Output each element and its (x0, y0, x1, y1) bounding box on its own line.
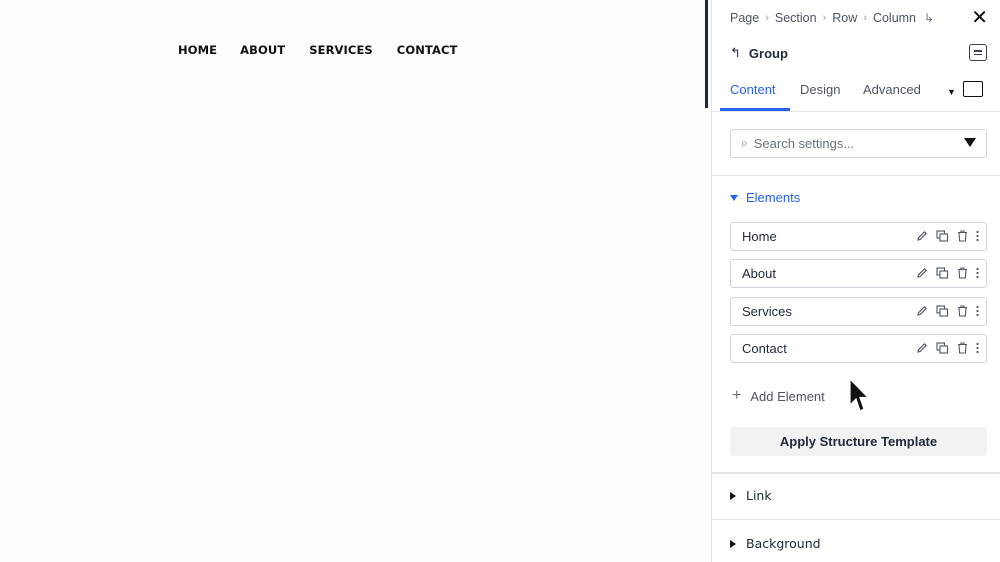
element-item-label: About (742, 266, 776, 281)
tab-design[interactable]: Design (800, 82, 840, 97)
nav-link-about[interactable]: ABOUT (240, 43, 285, 57)
element-item-label: Home (742, 229, 777, 244)
edit-pencil-icon[interactable] (916, 342, 928, 354)
add-element-button[interactable]: + Add Element (732, 387, 825, 405)
tab-bar: Content Design Advanced (712, 78, 1000, 112)
more-options-icon[interactable] (976, 267, 979, 279)
element-item-about[interactable]: About (730, 259, 987, 288)
section-label-background: Background (746, 536, 821, 551)
nav-link-services[interactable]: SERVICES (309, 43, 373, 57)
panel-resize-handle[interactable] (705, 0, 708, 108)
trash-icon[interactable] (957, 342, 968, 354)
element-item-contact[interactable]: Contact (730, 334, 987, 363)
preset-settings-icon[interactable] (969, 44, 987, 61)
element-item-label: Contact (742, 341, 787, 356)
caret-right-icon (730, 539, 736, 548)
tab-content[interactable]: Content (730, 82, 776, 97)
responsive-view-icon[interactable] (963, 81, 983, 97)
section-label-link: Link (746, 488, 772, 503)
filter-icon[interactable] (964, 138, 976, 147)
page-canvas: HOME ABOUT SERVICES CONTACT (0, 0, 711, 562)
divider (712, 175, 1000, 176)
add-element-label: Add Element (750, 388, 825, 404)
breadcrumb-page[interactable]: Page (730, 11, 759, 25)
search-icon: ⌕ (741, 136, 748, 150)
search-settings-input[interactable]: ⌕ Search settings... (730, 129, 987, 158)
breadcrumb-row[interactable]: Row (832, 11, 857, 25)
close-icon[interactable]: ✕ (971, 8, 988, 28)
edit-pencil-icon[interactable] (916, 230, 928, 242)
more-options-icon[interactable] (976, 305, 979, 317)
edit-pencil-icon[interactable] (916, 267, 928, 279)
search-placeholder: Search settings... (753, 136, 855, 151)
section-toggle-link[interactable]: Link (730, 488, 772, 503)
apply-structure-template-button[interactable]: Apply Structure Template (730, 427, 987, 456)
site-nav: HOME ABOUT SERVICES CONTACT (178, 43, 457, 57)
duplicate-icon[interactable] (936, 267, 949, 279)
current-element-title: ↰ Group (730, 45, 788, 61)
breadcrumb-section[interactable]: Section (775, 11, 817, 25)
chevron-right-icon: › (765, 12, 769, 24)
caret-down-icon (730, 194, 738, 201)
caret-down-icon[interactable]: ▼ (947, 87, 956, 97)
plus-icon: + (732, 387, 742, 404)
divider (712, 472, 1000, 474)
group-label: Group (748, 45, 788, 61)
edit-pencil-icon[interactable] (916, 305, 928, 317)
trash-icon[interactable] (957, 230, 968, 242)
elements-section-toggle[interactable]: Elements (730, 190, 800, 205)
settings-panel: Page › Section › Row › Column ↳ ✕ ↰ Grou… (711, 0, 1000, 562)
element-item-label: Services (742, 304, 792, 319)
breadcrumb-column[interactable]: Column (873, 11, 916, 25)
caret-right-icon (730, 491, 736, 500)
divider (712, 519, 1000, 520)
section-toggle-background[interactable]: Background (730, 536, 821, 551)
tab-advanced[interactable]: Advanced (863, 82, 921, 97)
active-tab-indicator (720, 108, 790, 111)
trash-icon[interactable] (957, 267, 968, 279)
elements-section-label: Elements (746, 190, 801, 205)
nav-link-contact[interactable]: CONTACT (397, 43, 458, 57)
chevron-right-icon: › (822, 12, 827, 24)
element-item-home[interactable]: Home (730, 222, 987, 251)
more-options-icon[interactable] (976, 230, 979, 242)
back-arrow-icon[interactable]: ↰ (730, 45, 741, 61)
duplicate-icon[interactable] (936, 230, 949, 242)
duplicate-icon[interactable] (936, 342, 949, 354)
mouse-pointer-icon (849, 378, 870, 412)
breadcrumb: Page › Section › Row › Column ↳ (730, 11, 934, 25)
chevron-right-icon: › (863, 12, 867, 24)
enter-child-icon[interactable]: ↳ (924, 11, 934, 25)
more-options-icon[interactable] (976, 342, 979, 354)
duplicate-icon[interactable] (936, 305, 949, 317)
element-item-services[interactable]: Services (730, 297, 987, 326)
nav-link-home[interactable]: HOME (178, 43, 217, 57)
trash-icon[interactable] (957, 305, 968, 317)
